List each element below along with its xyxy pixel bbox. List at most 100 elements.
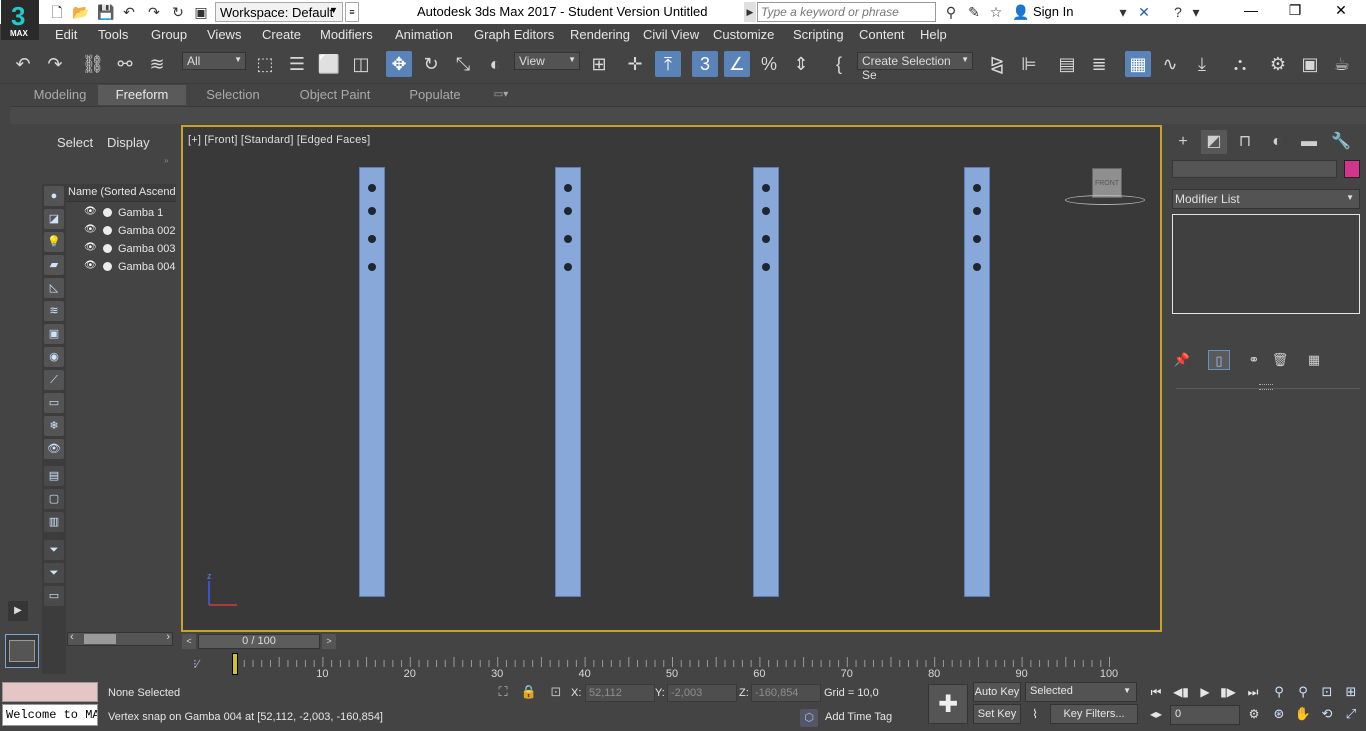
freeze-toggle-icon[interactable] [103, 262, 112, 271]
percent-snap-icon[interactable]: % [756, 51, 782, 77]
viewport-layout-button[interactable] [5, 634, 39, 668]
render-setup-icon[interactable]: ⚙ [1265, 51, 1291, 77]
redo-arrow-icon[interactable]: ↻ [170, 4, 186, 20]
object-name-field[interactable] [1172, 160, 1337, 178]
user-icon[interactable]: 👤 [1012, 4, 1029, 20]
modify-tab-icon[interactable]: ◩ [1201, 130, 1227, 154]
panel-resize-grip[interactable] [1259, 384, 1273, 390]
gamba-object[interactable] [753, 167, 779, 597]
time-configuration-icon[interactable]: ⚙ [1243, 704, 1265, 724]
selection-filter-dropdown[interactable]: All ▼ [182, 52, 246, 70]
make-unique-icon[interactable]: ⚭ [1243, 350, 1265, 370]
mini-curve-editor-icon[interactable]: ⁝∕ [193, 657, 199, 671]
display-none-icon[interactable]: ▢ [44, 489, 64, 509]
filter-toggle-icon[interactable]: ⏷ [44, 540, 64, 560]
zoom-extents-all-icon[interactable]: ⊞ [1340, 682, 1362, 702]
named-selection-sets-dropdown[interactable]: Create Selection Se ▼ [857, 52, 973, 82]
selection-lock-icon[interactable]: 🔒 [520, 684, 538, 702]
tab-freeform[interactable]: Freeform [98, 85, 186, 105]
pin-stack-icon[interactable]: 📌 [1171, 350, 1193, 370]
undo-icon[interactable]: ↶ [121, 4, 137, 20]
schematic-view-icon[interactable]: ⛬ [1227, 51, 1253, 77]
reference-coordinate-dropdown[interactable]: View ▼ [514, 52, 580, 70]
y-coordinate-field[interactable]: -2,003 [667, 684, 737, 702]
gamba-object[interactable] [555, 167, 581, 597]
redo-icon[interactable]: ↷ [42, 51, 68, 77]
time-slider-thumb[interactable]: 0 / 100 [198, 634, 320, 649]
modifier-stack[interactable] [1172, 214, 1360, 314]
viewcube-compass-ring[interactable] [1065, 195, 1145, 205]
list-item[interactable]: 👁 Gamba 003 [66, 240, 176, 258]
menu-customize[interactable]: Customize [713, 27, 774, 42]
toggle-ribbon-icon[interactable]: ▦ [1125, 51, 1151, 77]
menu-edit[interactable]: Edit [55, 27, 77, 42]
maxscript-listener-output[interactable] [2, 682, 98, 702]
menu-views[interactable]: Views [207, 27, 241, 42]
window-crossing-icon[interactable]: ◫ [348, 51, 374, 77]
show-end-result-icon[interactable]: ▯ [1208, 350, 1230, 370]
utilities-tab-icon[interactable]: 🔧 [1328, 130, 1354, 154]
display-xrefs-icon[interactable]: ◉ [44, 347, 64, 367]
hierarchy-tab-icon[interactable]: ⊓ [1232, 130, 1258, 154]
display-invert-icon[interactable]: ▥ [44, 512, 64, 532]
absolute-transform-icon[interactable]: ⊡ [547, 684, 565, 702]
search-input[interactable]: Type a keyword or phrase [757, 2, 936, 22]
time-slider[interactable]: < 0 / 100 > [181, 633, 1162, 651]
spinner-snap-icon[interactable]: ⇕ [788, 51, 814, 77]
explorer-tab-display[interactable]: Display [107, 135, 150, 150]
keyboard-shortcut-toggle-icon[interactable]: ⤒ [655, 51, 681, 77]
select-rotate-icon[interactable]: ↻ [418, 51, 444, 77]
modifier-list-dropdown[interactable]: Modifier List ▼ [1172, 189, 1360, 209]
favorites-star-icon[interactable]: ☆ [988, 4, 1004, 20]
viewport-label-menu[interactable]: [+] [Front] [Standard] [Edged Faces] [188, 134, 370, 146]
pan-view-icon[interactable]: ✋ [1292, 704, 1314, 724]
maximize-viewport-icon[interactable]: ⤢ [1340, 704, 1362, 724]
edit-named-selections-icon[interactable]: { [826, 51, 852, 77]
x-coordinate-field[interactable]: 52,112 [585, 684, 655, 702]
pivot-center-icon[interactable]: ⊞ [586, 51, 612, 77]
app-logo[interactable]: 3 MAX [1, 0, 39, 40]
key-mode-dropdown[interactable]: Selected ▼ [1025, 682, 1137, 702]
curve-editor-icon[interactable]: ∿ [1157, 51, 1183, 77]
tab-modeling[interactable]: Modeling [30, 85, 90, 105]
display-tab-icon[interactable]: ▬ [1296, 130, 1322, 154]
scroll-right-icon[interactable]: › [166, 631, 170, 643]
select-scale-icon[interactable]: ⤡ [450, 51, 476, 77]
display-cameras-icon[interactable]: ▰ [44, 255, 64, 275]
next-frame-button[interactable]: > [322, 634, 336, 649]
set-keys-button[interactable]: ✚ [928, 684, 968, 724]
display-lights-icon[interactable]: 💡 [44, 232, 64, 252]
create-tab-icon[interactable]: + [1170, 130, 1196, 154]
menu-content[interactable]: Content [859, 27, 905, 42]
gamba-object[interactable] [359, 167, 385, 597]
display-shapes-icon[interactable]: ◪ [44, 209, 64, 229]
configure-modifier-sets-icon[interactable]: ▦ [1303, 350, 1325, 370]
align-icon[interactable]: ⊫ [1016, 51, 1042, 77]
remove-modifier-icon[interactable]: 🗑 [1269, 350, 1291, 370]
go-to-end-icon[interactable]: ⏭ [1242, 682, 1264, 702]
rectangular-selection-icon[interactable]: ⬜ [316, 51, 342, 77]
name-column-header[interactable]: Name (Sorted Ascending) [66, 184, 176, 202]
open-file-icon[interactable]: 📂 [72, 4, 89, 20]
previous-frame-button[interactable]: < [182, 634, 196, 649]
new-file-icon[interactable]: 🗋 [49, 4, 65, 20]
orbit-icon[interactable]: ⟲ [1316, 704, 1338, 724]
play-icon[interactable]: ▶ [1194, 682, 1216, 702]
current-frame-marker[interactable] [232, 653, 238, 675]
unlink-icon[interactable]: ⚯ [112, 51, 138, 77]
rendered-frame-window-icon[interactable]: ▣ [1297, 51, 1323, 77]
maximize-button[interactable]: ❐ [1275, 2, 1315, 22]
next-frame-icon[interactable]: ▮▶ [1217, 682, 1239, 702]
set-key-button[interactable]: Set Key [973, 704, 1021, 724]
field-of-view-icon[interactable]: ⊛ [1268, 704, 1290, 724]
snaps-toggle-icon[interactable]: 3 [692, 51, 718, 77]
select-manipulate-icon[interactable]: ✛ [622, 51, 648, 77]
save-file-icon[interactable]: 💾 [97, 4, 114, 20]
redo-icon[interactable]: ↷ [146, 4, 162, 20]
visibility-eye-icon[interactable]: 👁 [84, 242, 97, 253]
default-in-out-tangents-icon[interactable]: ⌇ [1024, 704, 1046, 724]
display-geometry-icon[interactable]: ● [44, 186, 64, 206]
previous-frame-icon[interactable]: ◀▮ [1170, 682, 1192, 702]
current-frame-field[interactable]: 0 [1170, 705, 1240, 725]
viewcube[interactable]: FRONT [1092, 168, 1122, 198]
